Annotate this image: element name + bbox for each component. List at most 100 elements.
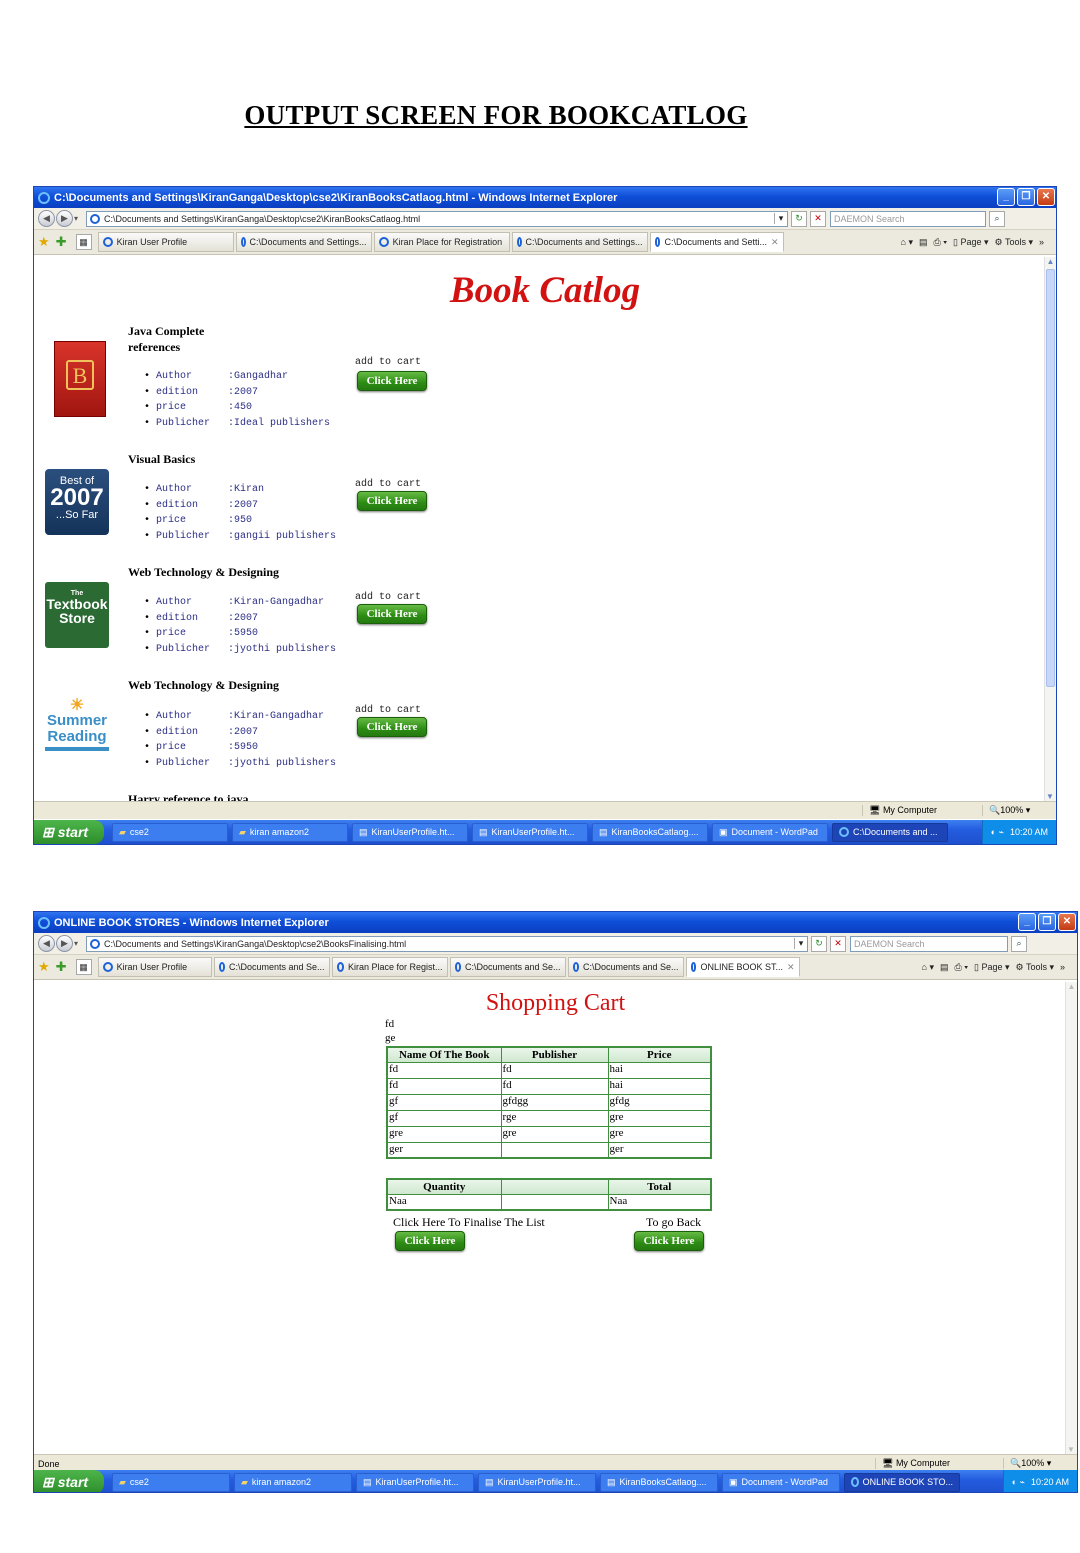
taskbar-item[interactable]: ▰ cse2: [112, 1472, 230, 1492]
tab-documents-1[interactable]: C:\Documents and Settings...: [235, 232, 372, 252]
add-to-cart-button[interactable]: Click Here: [357, 604, 427, 624]
search-input[interactable]: DAEMON Search: [850, 935, 1009, 952]
home-icon[interactable]: ⌂ ▾: [901, 237, 913, 248]
scroll-down-icon[interactable]: ▼: [1045, 792, 1055, 801]
refresh-icon[interactable]: ↻: [791, 210, 808, 227]
tab-kiran-user-profile[interactable]: Kiran User Profile: [97, 232, 234, 252]
taskbar-item[interactable]: ▤ KiranUserProfile.ht...: [472, 822, 588, 842]
taskbar-item-active[interactable]: C:\Documents and ...: [832, 822, 948, 842]
tab-page-icon: [240, 237, 246, 247]
vertical-scrollbar[interactable]: ▲ ▼: [1044, 257, 1056, 801]
taskbar-item[interactable]: ▣ Document - WordPad: [722, 1472, 840, 1492]
tray-icons[interactable]: ◐ ⌁: [991, 827, 1004, 838]
address-dropdown-icon[interactable]: ▾: [774, 213, 787, 224]
add-to-cart-button[interactable]: Click Here: [357, 371, 427, 391]
minimize-button[interactable]: _: [1018, 913, 1036, 931]
page-menu[interactable]: ▯ Page ▾: [974, 962, 1010, 973]
close-button[interactable]: ✕: [1037, 188, 1055, 206]
taskbar-item-active[interactable]: ONLINE BOOK STO...: [844, 1472, 960, 1492]
tab-registration[interactable]: Kiran Place for Regist...: [331, 957, 448, 977]
finalise-label: Click Here To Finalise The List: [393, 1215, 545, 1229]
tab-close-icon[interactable]: ✕: [767, 237, 779, 248]
quick-tabs-icon[interactable]: ▦: [75, 234, 92, 250]
refresh-icon[interactable]: ↻: [811, 935, 828, 952]
add-to-cart-button[interactable]: Click Here: [357, 491, 427, 511]
back-button[interactable]: ◀: [38, 935, 55, 952]
folder-icon: ▰: [241, 1476, 248, 1487]
minimize-button[interactable]: _: [997, 188, 1015, 206]
table-header-row: Name Of The Book Publisher Price: [386, 1046, 712, 1063]
security-zone: 🖥 My Computer: [862, 805, 982, 816]
taskbar-label: KiranUserProfile.ht...: [497, 1477, 581, 1487]
taskbar-item[interactable]: ▰ kiran amazon2: [234, 1472, 352, 1492]
zoom-control[interactable]: 🔍100% ▾: [982, 805, 1052, 816]
add-favorites-icon[interactable]: ✚: [56, 234, 67, 250]
print-icon[interactable]: ⎙ ▾: [955, 962, 968, 973]
taskbar-item[interactable]: ▤ KiranUserProfile.ht...: [478, 1472, 596, 1492]
attr-label: edition: [156, 386, 199, 398]
toolbar-overflow-icon[interactable]: »: [1039, 237, 1044, 247]
feeds-icon[interactable]: ▤: [919, 237, 928, 248]
tab-registration[interactable]: Kiran Place for Registration: [373, 232, 510, 252]
tab-documents-3[interactable]: C:\Documents and Se...: [567, 957, 684, 977]
tab-documents-2[interactable]: C:\Documents and Se...: [449, 957, 566, 977]
scroll-up-icon[interactable]: ▲: [1045, 257, 1056, 266]
tray-icons[interactable]: ◐ ⌁: [1012, 1477, 1025, 1488]
scroll-up-icon[interactable]: ▲: [1066, 982, 1077, 991]
close-button[interactable]: ✕: [1058, 913, 1076, 931]
tab-kiran-user-profile[interactable]: Kiran User Profile: [97, 957, 212, 977]
back-button[interactable]: ◀: [38, 210, 55, 227]
attr-label: Author: [156, 711, 193, 722]
zoom-control[interactable]: 🔍100% ▾: [1003, 1458, 1073, 1469]
tab-documents-1[interactable]: C:\Documents and Se...: [213, 957, 330, 977]
add-to-cart-button[interactable]: Click Here: [357, 717, 427, 737]
restore-button[interactable]: ❐: [1017, 188, 1035, 206]
attr-value: :2007: [228, 499, 259, 511]
address-dropdown-icon[interactable]: ▾: [794, 938, 807, 949]
add-favorites-icon[interactable]: ✚: [56, 959, 67, 975]
search-icon[interactable]: ⌕: [1011, 935, 1028, 952]
scroll-thumb[interactable]: [1046, 269, 1055, 687]
taskbar-item[interactable]: ▰ cse2: [112, 822, 228, 842]
forward-button[interactable]: ▶: [56, 210, 73, 227]
taskbar-item[interactable]: ▰ kiran amazon2: [232, 822, 348, 842]
edition-row: edition:2007: [144, 387, 330, 403]
quick-tabs-icon[interactable]: ▦: [75, 959, 92, 975]
go-back-button[interactable]: Click Here: [634, 1231, 704, 1251]
favorites-star-icon[interactable]: ★: [38, 959, 50, 975]
tab-close-icon[interactable]: ✕: [783, 962, 795, 973]
tab-documents-2[interactable]: C:\Documents and Settings...: [511, 232, 648, 252]
history-dropdown-icon[interactable]: ▾: [74, 214, 78, 223]
tab-documents-active[interactable]: C:\Documents and Setti... ✕: [649, 232, 784, 252]
page-menu[interactable]: ▯ Page ▾: [953, 237, 989, 248]
print-icon[interactable]: ⎙ ▾: [934, 237, 947, 248]
stop-icon[interactable]: ✕: [830, 935, 847, 952]
finalise-button[interactable]: Click Here: [395, 1231, 465, 1251]
home-icon[interactable]: ⌂ ▾: [922, 962, 934, 973]
address-field[interactable]: C:\Documents and Settings\KiranGanga\Des…: [86, 935, 809, 952]
restore-button[interactable]: ❐: [1038, 913, 1056, 931]
scroll-down-icon[interactable]: ▼: [1066, 1445, 1076, 1454]
taskbar-item[interactable]: ▤ KiranBooksCatlaog....: [600, 1472, 718, 1492]
search-icon[interactable]: ⌕: [989, 210, 1006, 227]
stop-icon[interactable]: ✕: [810, 210, 827, 227]
taskbar-item[interactable]: ▤ KiranUserProfile.ht...: [356, 1472, 474, 1492]
tools-menu[interactable]: ⚙ Tools ▾: [995, 237, 1033, 248]
taskbar-item[interactable]: ▣ Document - WordPad: [712, 822, 828, 842]
taskbar-item[interactable]: ▤ KiranUserProfile.ht...: [352, 822, 468, 842]
vertical-scrollbar[interactable]: ▲ ▼: [1065, 982, 1077, 1454]
windows-logo-icon: ⊞: [42, 823, 54, 840]
forward-button[interactable]: ▶: [56, 935, 73, 952]
start-button[interactable]: ⊞ start: [34, 820, 104, 844]
address-field[interactable]: C:\Documents and Settings\KiranGanga\Des…: [86, 210, 789, 227]
search-input[interactable]: DAEMON Search: [830, 210, 987, 227]
tab-online-book-store-active[interactable]: ONLINE BOOK ST... ✕: [685, 957, 800, 977]
tools-menu[interactable]: ⚙ Tools ▾: [1016, 962, 1054, 973]
history-dropdown-icon[interactable]: ▾: [74, 939, 78, 948]
toolbar-overflow-icon[interactable]: »: [1060, 962, 1065, 972]
tab-page-icon: [516, 237, 522, 247]
start-button[interactable]: ⊞ start: [34, 1470, 104, 1492]
favorites-star-icon[interactable]: ★: [38, 234, 50, 250]
feeds-icon[interactable]: ▤: [940, 962, 949, 973]
taskbar-item[interactable]: ▤ KiranBooksCatlaog....: [592, 822, 708, 842]
